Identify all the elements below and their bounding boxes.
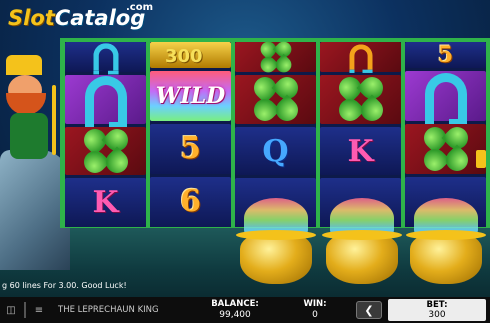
reel-2: WILD 5 6 <box>150 42 231 228</box>
site-logo: SlotCatalog .com <box>8 2 153 30</box>
bet-display[interactable]: BET: 300 <box>388 299 486 321</box>
horseshoe-icon <box>92 43 119 75</box>
logo-com: .com <box>126 2 154 13</box>
game-title: THE LEPRECHAUN KING <box>58 305 159 315</box>
clover-icon <box>78 124 133 178</box>
leprechaun-coat <box>10 113 48 159</box>
reel-cell: K <box>65 178 146 228</box>
win-display: WIN: 0 <box>280 299 350 321</box>
reel-cell-wild: WILD <box>150 70 231 121</box>
pot-rim <box>406 230 486 240</box>
settings-icon[interactable]: ≡ <box>28 305 50 316</box>
win-value: 0 <box>312 310 318 320</box>
reel-cell <box>320 72 401 126</box>
game-scene: SlotCatalog .com K WILD 5 6 Q K 5 300 <box>0 0 490 300</box>
pot-rim <box>322 230 402 240</box>
pot-body <box>240 234 312 284</box>
symbol-6: 6 <box>180 184 201 220</box>
reel-cell <box>405 122 486 176</box>
balance-value: 99,400 <box>219 310 251 320</box>
reel-cell: Q <box>235 126 316 176</box>
reel-cell <box>65 75 146 129</box>
side-menu-handle[interactable] <box>476 150 486 168</box>
cane-icon <box>52 85 56 155</box>
clover-icon <box>256 38 295 76</box>
horseshoe-icon <box>424 73 467 125</box>
reel-cell <box>320 42 401 73</box>
pot-of-gold-1 <box>236 198 316 288</box>
horseshoe-gold-icon <box>348 44 373 73</box>
pot-body <box>410 234 482 284</box>
reel-1: K <box>65 42 146 228</box>
balance-display: BALANCE: 99,400 <box>190 299 280 321</box>
crown-icon <box>6 55 42 75</box>
pot-rim <box>236 230 316 240</box>
bet-value: 300 <box>428 310 446 320</box>
symbol-k: K <box>92 185 119 221</box>
symbol-5: 5 <box>437 42 454 68</box>
divider <box>24 302 26 318</box>
pot-of-gold-3 <box>406 198 486 288</box>
reel-cell: 6 <box>150 176 231 228</box>
speaker-icon[interactable]: ◫ <box>0 305 22 316</box>
win-label: WIN: <box>303 299 327 309</box>
symbol-q: Q <box>262 133 289 169</box>
balance-label: BALANCE: <box>211 299 259 309</box>
bet-decrease-button[interactable]: ❮ <box>356 301 382 319</box>
reel-cell <box>65 124 146 178</box>
reel-cell <box>65 42 146 75</box>
reel-cell: 5 <box>150 123 231 174</box>
bottom-bar: ◫ ≡ THE LEPRECHAUN KING BALANCE: 99,400 … <box>0 297 490 323</box>
reel-cell <box>235 38 316 76</box>
reel-cell <box>235 72 316 126</box>
logo-slot: Slot <box>8 6 55 30</box>
reel-cell: K <box>320 126 401 176</box>
pot-body <box>326 234 398 284</box>
leprechaun-beard <box>6 93 46 115</box>
symbol-k: K <box>347 133 374 169</box>
wild-symbol: WILD <box>155 82 226 109</box>
reel-cell <box>405 71 486 125</box>
pot-of-gold-2 <box>322 198 402 288</box>
reel-cell: 5 <box>405 42 486 68</box>
clover-icon <box>418 122 473 176</box>
leprechaun-character <box>0 55 70 175</box>
clover-icon <box>333 72 388 126</box>
ticker-message: g 60 lines For 3.00. Good Luck! <box>2 281 127 290</box>
symbol-5: 5 <box>180 131 201 167</box>
win-amount-label: 300 <box>165 46 203 67</box>
clover-icon <box>248 72 303 126</box>
bet-label: BET: <box>426 300 448 310</box>
horseshoe-icon <box>84 76 127 129</box>
